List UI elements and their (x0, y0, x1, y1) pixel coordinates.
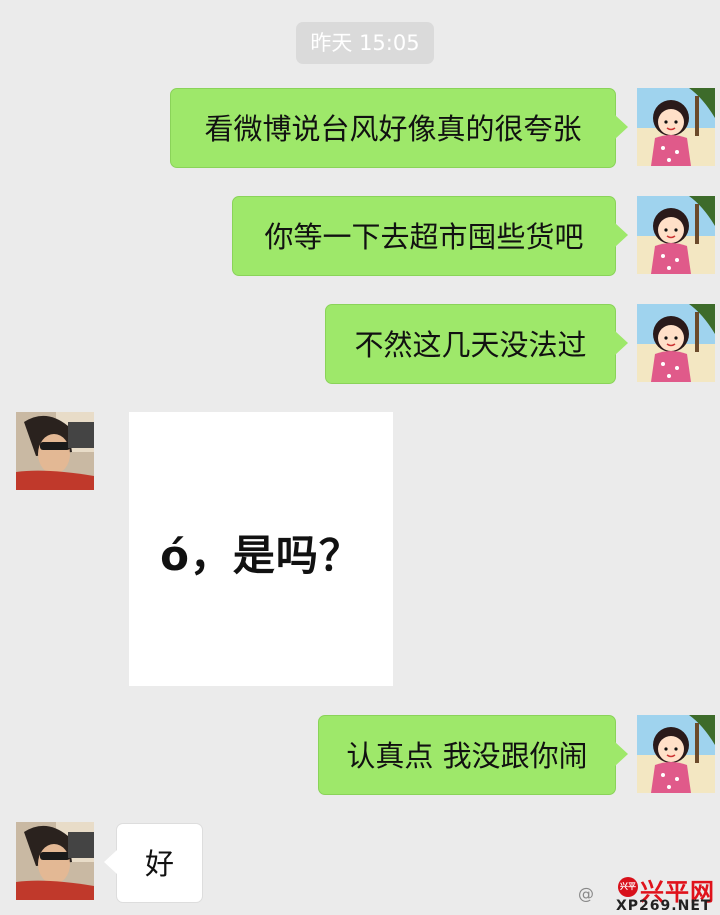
cartoon-girl-avatar-icon (637, 304, 715, 382)
message-bubble-received[interactable]: 好 (104, 823, 203, 903)
weibo-icon: @ (578, 884, 594, 903)
sunglasses-person-avatar-icon (16, 822, 94, 900)
self-avatar[interactable] (637, 196, 715, 274)
contact-avatar[interactable] (16, 412, 94, 490)
watermark-url: XP269.NET (616, 898, 712, 914)
self-avatar[interactable] (637, 304, 715, 382)
cartoon-girl-avatar-icon (637, 715, 715, 793)
sunglasses-person-avatar-icon (16, 412, 94, 490)
watermark: @ 兴平 兴平网 XP269.NET (578, 876, 720, 915)
message-bubble-sent[interactable]: 不然这几天没法过 (325, 304, 628, 384)
sticker-image[interactable]: ó，是吗？ (129, 412, 393, 686)
message-bubble-sent[interactable]: 认真点 我没跟你闹 (318, 715, 628, 795)
timestamp-label: 昨天 15:05 (296, 22, 434, 64)
message-bubble-sent[interactable]: 看微博说台风好像真的很夸张 (170, 88, 628, 168)
cartoon-girl-avatar-icon (637, 88, 715, 166)
self-avatar[interactable] (637, 88, 715, 166)
self-avatar[interactable] (637, 715, 715, 793)
cartoon-girl-avatar-icon (637, 196, 715, 274)
watermark-logo: 兴平 (618, 877, 638, 897)
sticker-caption: ó，是吗？ (160, 531, 362, 580)
contact-avatar[interactable] (16, 822, 94, 900)
message-bubble-sent[interactable]: 你等一下去超市囤些货吧 (232, 196, 628, 276)
